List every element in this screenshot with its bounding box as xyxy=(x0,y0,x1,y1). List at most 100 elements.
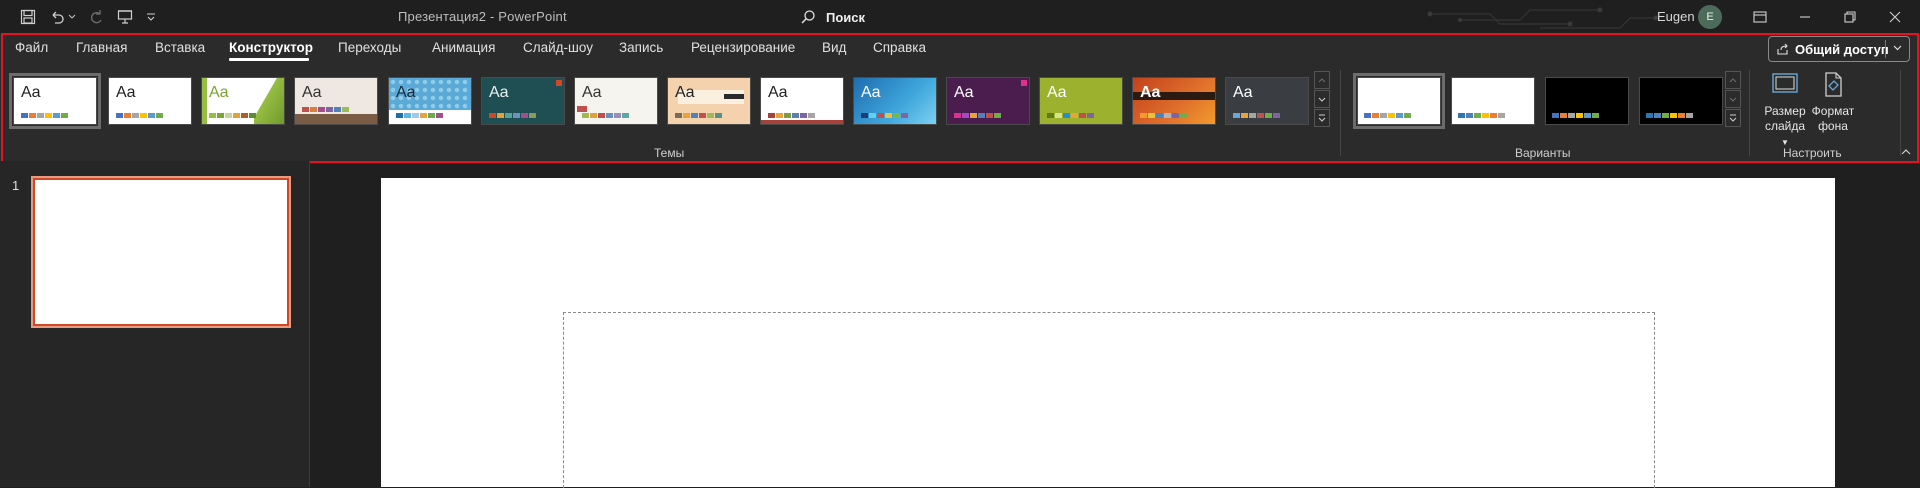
gallery-scroll-up-button[interactable] xyxy=(1314,71,1330,89)
tab-animations[interactable]: Анимация xyxy=(432,40,495,55)
format-background-label-line2: фона xyxy=(1818,119,1848,133)
redo-icon[interactable] xyxy=(86,7,106,27)
variant-color-swatches xyxy=(1458,113,1505,118)
tab-transitions[interactable]: Переходы xyxy=(338,40,401,55)
theme-thumbnail[interactable]: Aa xyxy=(946,77,1030,125)
undo-icon[interactable] xyxy=(47,7,67,27)
slide-content-placeholder[interactable] xyxy=(563,312,1655,488)
tab-help[interactable]: Справка xyxy=(873,40,926,55)
format-background-label-line1: Формат xyxy=(1811,104,1855,118)
customize-quick-access-icon[interactable] xyxy=(144,7,158,27)
search-box[interactable]: Поиск xyxy=(800,6,865,28)
theme-thumbnail[interactable]: Aa xyxy=(388,77,472,125)
theme-thumbnail[interactable]: Aa xyxy=(853,77,937,125)
tab-insert[interactable]: Вставка xyxy=(155,40,205,55)
share-label: Общий доступ xyxy=(1795,41,1889,57)
tab-record[interactable]: Запись xyxy=(619,40,663,55)
tab-file[interactable]: Файл xyxy=(15,40,48,55)
theme-color-swatches xyxy=(116,113,163,118)
variant-thumbnail[interactable] xyxy=(1639,77,1723,125)
slide-thumbnail[interactable] xyxy=(33,178,289,326)
restore-icon[interactable] xyxy=(1835,5,1865,29)
variant-thumbnail[interactable] xyxy=(1451,77,1535,125)
theme-color-swatches xyxy=(1140,113,1187,118)
variant-thumbnail[interactable] xyxy=(1545,77,1629,125)
panel-divider[interactable] xyxy=(309,161,310,487)
theme-color-swatches xyxy=(489,113,536,118)
theme-thumbnail[interactable]: Aa xyxy=(201,77,285,125)
theme-preview-text: Aa xyxy=(1047,84,1067,101)
undo-dropdown-icon[interactable] xyxy=(67,7,77,27)
chevron-down-icon[interactable] xyxy=(1893,45,1902,51)
share-separator xyxy=(1885,40,1886,58)
variants-scroll-down-button[interactable] xyxy=(1725,90,1741,108)
group-separator xyxy=(1749,70,1750,156)
themes-group-label: Темы xyxy=(654,146,685,160)
theme-thumbnail[interactable]: Aa xyxy=(1039,77,1123,125)
theme-color-swatches xyxy=(1233,113,1280,118)
theme-color-swatches xyxy=(302,107,349,112)
close-icon[interactable] xyxy=(1880,5,1910,29)
theme-office-thumbnail[interactable]: Aa xyxy=(9,73,101,129)
theme-preview-text: Aa xyxy=(954,84,974,101)
theme-color-swatches xyxy=(768,113,815,118)
present-from-start-icon[interactable] xyxy=(115,7,135,27)
theme-thumbnail[interactable]: Aa xyxy=(1132,77,1216,125)
tab-home[interactable]: Главная xyxy=(76,40,127,55)
slide-size-label-line1: Размер xyxy=(1764,104,1806,118)
theme-color-swatches xyxy=(21,113,68,118)
theme-color-swatches xyxy=(1047,113,1094,118)
group-separator xyxy=(1900,70,1901,156)
theme-preview-text: Aa xyxy=(302,84,322,101)
themes-gallery-scroll xyxy=(1314,71,1330,128)
theme-preview-text: Aa xyxy=(768,84,788,101)
group-separator xyxy=(1340,70,1341,156)
theme-preview-text: Aa xyxy=(1140,84,1161,101)
theme-color-swatches xyxy=(954,113,1001,118)
slide-size-button[interactable]: Размер слайда ▼ xyxy=(1762,70,1808,150)
customize-group-label: Настроить xyxy=(1783,146,1842,160)
slide-size-icon xyxy=(1772,73,1798,93)
theme-preview-text: Aa xyxy=(209,84,229,101)
theme-thumbnail[interactable]: Aa xyxy=(667,77,751,125)
tab-review[interactable]: Рецензирование xyxy=(691,40,795,55)
variant-color-swatches xyxy=(1646,113,1693,118)
save-icon[interactable] xyxy=(18,7,38,27)
ribbon-display-options-icon[interactable] xyxy=(1745,5,1775,29)
format-background-button[interactable]: Формат фона xyxy=(1810,70,1856,134)
minimize-icon[interactable] xyxy=(1790,5,1820,29)
tab-slide-show[interactable]: Слайд-шоу xyxy=(523,40,593,55)
user-name[interactable]: Eugen xyxy=(1657,9,1695,24)
theme-preview-text: Aa xyxy=(396,84,416,101)
title-bar: Презентация2 - PowerPoint Поиск Eugen E xyxy=(0,0,1920,34)
gallery-more-button[interactable] xyxy=(1314,109,1330,127)
theme-preview-text: Aa xyxy=(582,84,602,101)
gallery-scroll-down-button[interactable] xyxy=(1314,90,1330,108)
theme-color-swatches xyxy=(861,113,908,118)
theme-color-swatches xyxy=(582,113,629,118)
variants-more-button[interactable] xyxy=(1725,109,1741,127)
active-tab-indicator xyxy=(229,58,309,61)
variants-gallery-scroll xyxy=(1725,71,1741,128)
theme-thumbnail[interactable]: Aa xyxy=(1225,77,1309,125)
theme-thumbnail[interactable]: Aa xyxy=(760,77,844,125)
tab-design[interactable]: Конструктор xyxy=(229,40,313,55)
theme-thumbnail[interactable]: Aa xyxy=(108,77,192,125)
search-label: Поиск xyxy=(826,9,866,25)
format-background-icon xyxy=(1825,72,1842,97)
collapse-ribbon-icon[interactable] xyxy=(1900,148,1912,156)
tab-view[interactable]: Вид xyxy=(822,40,846,55)
variants-scroll-up-button[interactable] xyxy=(1725,71,1741,89)
variant-color-swatches xyxy=(1552,113,1599,118)
theme-thumbnail[interactable]: Aa xyxy=(294,77,378,125)
theme-preview-text: Aa xyxy=(861,84,881,101)
share-icon xyxy=(1777,43,1788,55)
avatar[interactable]: E xyxy=(1698,5,1722,29)
theme-preview-text: Aa xyxy=(489,84,509,101)
share-button[interactable]: Общий доступ xyxy=(1768,36,1910,62)
variant-thumbnail[interactable] xyxy=(1353,73,1445,129)
theme-color-swatches xyxy=(396,113,443,118)
theme-thumbnail[interactable]: Aa xyxy=(574,77,658,125)
theme-thumbnail[interactable]: Aa xyxy=(481,77,565,125)
window-title: Презентация2 - PowerPoint xyxy=(398,9,567,24)
